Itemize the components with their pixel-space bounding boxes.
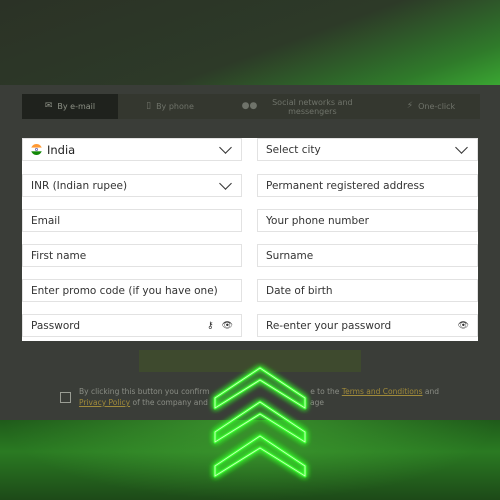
currency-select[interactable]: INR (Indian rupee): [22, 174, 242, 197]
top-background: [0, 0, 500, 85]
password-placeholder: Password: [31, 319, 81, 332]
eye-icon[interactable]: 👁: [222, 321, 233, 331]
promo-placeholder: Enter promo code (if you have one): [31, 284, 218, 297]
key-icon[interactable]: ⚷: [207, 321, 214, 331]
address-field[interactable]: Permanent registered address: [257, 174, 478, 197]
terms-link[interactable]: Terms and Conditions: [342, 387, 423, 396]
registration-tabs: ✉ By e-mail ▯ By phone ●● Social network…: [22, 94, 480, 119]
tab-social-networks[interactable]: ●● Social networks and messengers: [222, 94, 382, 119]
dob-placeholder: Date of birth: [266, 284, 333, 297]
consent-text-c: and: [424, 387, 439, 396]
first-name-placeholder: First name: [31, 249, 87, 262]
chevron-down-icon: [219, 141, 232, 154]
registration-form: India Select city INR (Indian rupee) Per…: [22, 138, 478, 341]
india-flag-icon: [31, 144, 42, 155]
tab-one-click[interactable]: ⚡ One-click: [382, 94, 480, 119]
repeat-password-field[interactable]: Re-enter your password 👁: [257, 314, 478, 337]
tab-label: One-click: [418, 102, 456, 111]
phone-field[interactable]: Your phone number: [257, 209, 478, 232]
city-select[interactable]: Select city: [257, 138, 478, 161]
consent-text-a: By clicking this button you confirm: [79, 387, 210, 396]
consent-checkbox[interactable]: [60, 392, 71, 403]
tab-label: By e-mail: [57, 102, 96, 111]
country-value: India: [47, 142, 76, 157]
repassword-placeholder: Re-enter your password: [266, 319, 392, 332]
country-select[interactable]: India: [22, 138, 242, 161]
email-placeholder: Email: [31, 214, 61, 227]
chevron-down-icon: [219, 177, 232, 190]
tab-by-phone[interactable]: ▯ By phone: [118, 94, 222, 119]
city-placeholder: Select city: [266, 143, 321, 156]
date-of-birth-field[interactable]: Date of birth: [257, 279, 478, 302]
consent-text-d: of the company and: [132, 398, 208, 407]
tab-label: Social networks and messengers: [272, 97, 353, 116]
people-icon: ●●: [241, 101, 258, 111]
currency-value: INR (Indian rupee): [31, 179, 128, 192]
chevron-down-icon: [455, 141, 468, 154]
address-placeholder: Permanent registered address: [266, 179, 425, 192]
surname-field[interactable]: Surname: [257, 244, 478, 267]
tab-label: By phone: [156, 102, 194, 111]
phone-placeholder: Your phone number: [266, 214, 369, 227]
promo-code-field[interactable]: Enter promo code (if you have one): [22, 279, 242, 302]
first-name-field[interactable]: First name: [22, 244, 242, 267]
lightning-icon: ⚡: [406, 101, 414, 111]
neon-chevron-up-icon: [213, 366, 307, 478]
password-field[interactable]: Password ⚷ 👁: [22, 314, 242, 337]
phone-icon: ▯: [146, 101, 152, 111]
surname-placeholder: Surname: [266, 249, 314, 262]
privacy-link[interactable]: Privacy Policy: [79, 398, 130, 407]
envelope-icon: ✉: [44, 101, 53, 111]
eye-icon[interactable]: 👁: [458, 321, 469, 331]
email-field[interactable]: Email: [22, 209, 242, 232]
tab-by-email[interactable]: ✉ By e-mail: [22, 94, 118, 119]
